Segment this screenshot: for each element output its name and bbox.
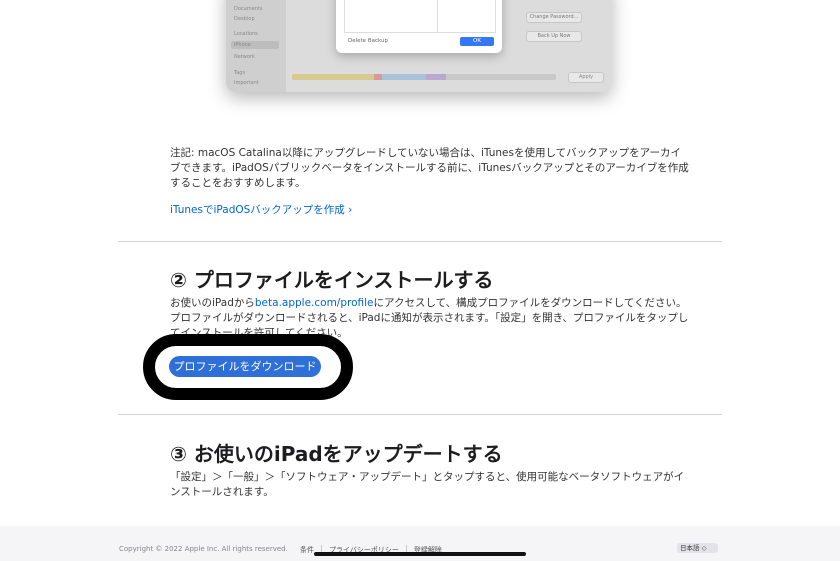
copyright: Copyright © 2022 Apple Inc. All rights r…	[119, 545, 288, 553]
change-password-button: Change Password...	[526, 12, 582, 23]
itunes-backup-link[interactable]: iTunesでiPadOSバックアップを作成 ›	[170, 202, 352, 217]
manage-backups-sheet: Delete Backup OK	[336, 0, 502, 53]
sidebar-item: Important	[234, 80, 259, 86]
beta-profile-link[interactable]: beta.apple.com/profile	[255, 297, 374, 309]
sidebar-item: Documents	[234, 6, 263, 12]
note-paragraph: 注記: macOS Catalina以降にアップグレードしていない場合は、iTu…	[170, 147, 689, 189]
backup-list	[344, 0, 496, 33]
storage-bar	[292, 74, 556, 80]
sidebar-item: Desktop	[234, 16, 255, 22]
section-heading-update-ipad: ③ お使いのiPadをアップデートする	[170, 442, 503, 466]
divider	[118, 241, 722, 242]
download-profile-button[interactable]: プロファイルをダウンロード	[169, 356, 321, 377]
delete-backup-button: Delete Backup	[348, 38, 388, 44]
update-ipad-paragraph: 「設定」＞「一般」＞「ソフトウェア・アップデート」とタップすると、使用可能なベー…	[170, 471, 685, 498]
sidebar-item: Locations	[234, 31, 258, 37]
finder-sidebar: Documents Desktop Locations iPhone Netwo…	[226, 0, 286, 92]
backup-dialog-screenshot: Documents Desktop Locations iPhone Netwo…	[226, 0, 612, 92]
divider	[118, 414, 722, 415]
language-select[interactable]: 日本語 ◇	[677, 543, 718, 553]
paragraph-text: お使いのiPadから	[170, 297, 255, 309]
sidebar-item: Network	[234, 54, 255, 60]
section-heading-install-profile: ② プロファイルをインストールする	[170, 268, 494, 292]
ok-button: OK	[460, 37, 494, 46]
apply-button: Apply	[568, 72, 604, 83]
home-indicator[interactable]	[314, 552, 526, 556]
back-up-now-button: Back Up Now	[526, 31, 582, 42]
sidebar-item: Tags	[234, 70, 246, 76]
sidebar-item: iPhone	[234, 42, 251, 48]
